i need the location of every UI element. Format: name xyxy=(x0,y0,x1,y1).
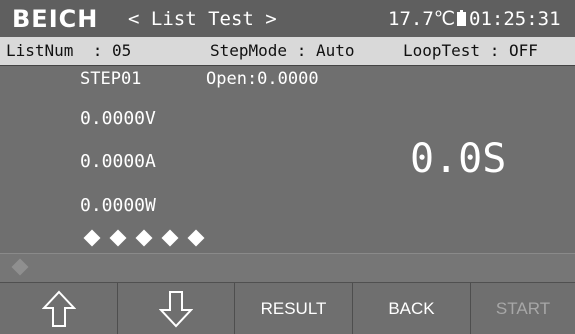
list-number: ListNum : 05 xyxy=(6,41,132,60)
info-row: ListNum : 05 StepMode : Auto LoopTest : … xyxy=(0,37,575,66)
progress-diamond xyxy=(135,229,153,247)
battery-icon xyxy=(457,10,466,26)
voltage-readout: 0.0000V xyxy=(80,108,156,129)
brand-logo: BEICH xyxy=(12,5,99,33)
status-bar xyxy=(0,253,575,282)
info-icon xyxy=(11,258,29,276)
arrow-down-icon xyxy=(159,290,193,327)
current-readout: 0.0000A xyxy=(80,151,156,172)
clock-time: 01:25:31 xyxy=(469,8,561,30)
progress-diamond xyxy=(109,229,127,247)
back-button[interactable]: BACK xyxy=(353,283,471,334)
progress-diamond xyxy=(187,229,205,247)
instrument-screen: BEICH < List Test > 17.7℃ 01:25:31 ListN… xyxy=(0,0,575,334)
progress-diamond xyxy=(83,229,101,247)
progress-diamond xyxy=(161,229,179,247)
elapsed-time-readout: 0.0S xyxy=(410,136,507,182)
measurement-panel: STEP01 Open:0.0000 0.0000V 0.0000A 0.000… xyxy=(0,66,575,252)
loop-test: LoopTest : OFF xyxy=(403,41,538,60)
title-bar: BEICH < List Test > 17.7℃ 01:25:31 xyxy=(0,0,575,37)
temperature-readout: 17.7℃ xyxy=(388,8,456,30)
progress-indicator xyxy=(83,229,205,247)
start-button[interactable]: START xyxy=(471,283,575,334)
arrow-up-icon xyxy=(41,290,76,327)
scroll-up-button[interactable] xyxy=(0,283,118,334)
result-button[interactable]: RESULT xyxy=(235,283,353,334)
open-value: Open:0.0000 xyxy=(206,69,319,89)
page-title: < List Test > xyxy=(128,8,277,30)
step-mode: StepMode : Auto xyxy=(210,41,355,60)
clock: 01:25:31 xyxy=(457,8,561,30)
softkey-bar: RESULT BACK START xyxy=(0,282,575,334)
step-label: STEP01 xyxy=(80,69,142,89)
power-readout: 0.0000W xyxy=(80,195,156,216)
scroll-down-button[interactable] xyxy=(118,283,235,334)
